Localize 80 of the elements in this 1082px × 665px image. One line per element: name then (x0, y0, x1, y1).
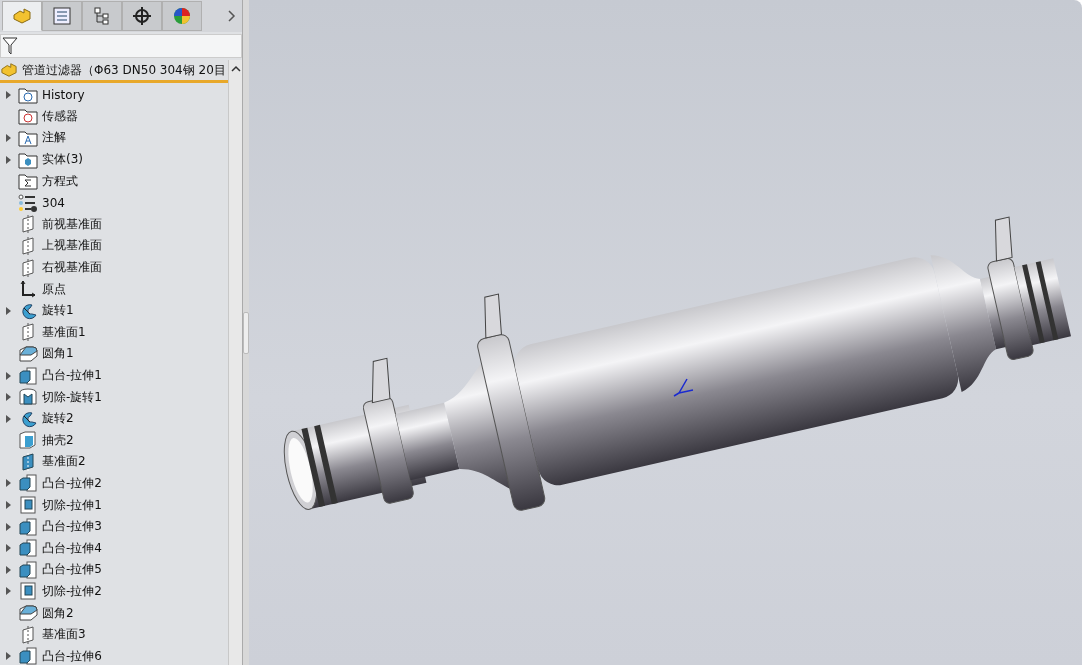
extrude-icon (18, 539, 38, 558)
expand-arrow-icon[interactable] (6, 306, 11, 315)
fillet-icon (18, 604, 38, 623)
expand-arrow-icon[interactable] (6, 501, 11, 510)
expand-arrow-icon[interactable] (6, 652, 11, 661)
feature-item[interactable]: 凸台-拉伸2 (42, 475, 102, 492)
feature-item[interactable]: 基准面3 (42, 626, 86, 644)
feature-item[interactable]: 实体(3) (42, 151, 83, 169)
expand-arrow-icon[interactable] (6, 522, 11, 531)
origin-icon (19, 280, 37, 299)
plane-icon (21, 323, 35, 342)
feature-item[interactable]: 抽壳2 (42, 431, 74, 449)
folder-icon (18, 107, 38, 126)
expand-arrow-icon[interactable] (6, 155, 11, 164)
feature-item[interactable]: 右视基准面 (42, 259, 102, 277)
plane-icon (21, 625, 35, 644)
material-icon (18, 193, 38, 212)
filter-field[interactable] (0, 34, 242, 58)
folder-icon (18, 172, 38, 191)
plane-icon (21, 452, 35, 471)
extrude-icon (18, 517, 38, 536)
feature-item[interactable]: 凸台-拉伸3 (42, 518, 102, 536)
expand-arrow-icon[interactable] (6, 371, 11, 380)
cut-revolve-icon (18, 388, 38, 407)
plane-icon (21, 236, 35, 255)
feature-item[interactable]: 切除-拉伸1 (42, 496, 102, 514)
shell-icon (18, 431, 38, 450)
extrude-icon (18, 560, 38, 579)
feature-item[interactable]: 基准面2 (42, 453, 86, 471)
extrude-icon (18, 366, 38, 385)
collapse-handle[interactable] (243, 311, 249, 354)
feature-item[interactable]: 原点 (42, 280, 66, 298)
expand-arrow-icon[interactable] (6, 565, 11, 574)
feature-item[interactable]: 切除-旋转1 (42, 388, 102, 406)
feature-item[interactable]: 方程式 (42, 172, 78, 190)
list-icon (53, 7, 71, 25)
color-ball-icon (173, 7, 191, 25)
plane-icon (21, 215, 35, 234)
feature-item[interactable]: 圆角1 (42, 345, 74, 363)
folder-icon (18, 85, 38, 104)
feature-item[interactable]: 切除-拉伸2 (42, 582, 102, 600)
folder-icon (18, 129, 38, 147)
folder-icon (18, 150, 38, 169)
scroll-up-icon[interactable] (230, 65, 241, 73)
cut-extrude-icon (18, 496, 38, 515)
feature-item[interactable]: History (42, 87, 85, 102)
plane-icon (21, 258, 35, 277)
expand-arrow-icon[interactable] (6, 90, 11, 99)
feature-item[interactable]: 基准面1 (42, 323, 86, 341)
feature-item[interactable]: 旋转2 (42, 410, 74, 428)
funnel-icon (2, 37, 18, 55)
feature-item[interactable]: 凸台-拉伸6 (42, 647, 102, 665)
feature-item[interactable]: 304 (42, 195, 65, 210)
feature-item[interactable]: 凸台-拉伸1 (42, 367, 102, 384)
expand-arrow-icon[interactable] (6, 134, 11, 142)
expand-arrow-icon[interactable] (6, 393, 11, 402)
extrude-icon (18, 474, 38, 493)
crosshair-icon (133, 7, 151, 25)
part-name[interactable]: 管道过滤器（Φ63 DN50 304钢 20目 (22, 61, 226, 79)
feature-item[interactable]: 圆角2 (42, 604, 74, 622)
feature-item[interactable]: 传感器 (42, 107, 78, 125)
expand-arrow-icon[interactable] (6, 587, 11, 596)
axis-triad-icon (673, 378, 694, 397)
part-icon (0, 62, 18, 78)
expand-arrow-icon[interactable] (6, 544, 11, 553)
cut-extrude-icon (18, 582, 38, 601)
panel-tab[interactable] (122, 1, 162, 31)
feature-item[interactable]: 注解 (42, 129, 66, 147)
hierarchy-icon (93, 7, 111, 25)
expand-arrow-icon[interactable] (6, 479, 11, 488)
extrude-icon (18, 647, 38, 665)
feature-item[interactable]: 凸台-拉伸4 (42, 539, 102, 557)
feature-item[interactable]: 凸台-拉伸5 (42, 561, 102, 579)
part-icon (12, 7, 32, 25)
fillet-icon (18, 344, 38, 363)
expand-arrow-icon[interactable] (6, 414, 11, 423)
feature-item[interactable]: 旋转1 (42, 302, 74, 320)
feature-item[interactable]: 上视基准面 (42, 237, 102, 255)
feature-item[interactable]: 前视基准面 (42, 215, 102, 233)
chevron-right-icon[interactable] (228, 10, 236, 22)
